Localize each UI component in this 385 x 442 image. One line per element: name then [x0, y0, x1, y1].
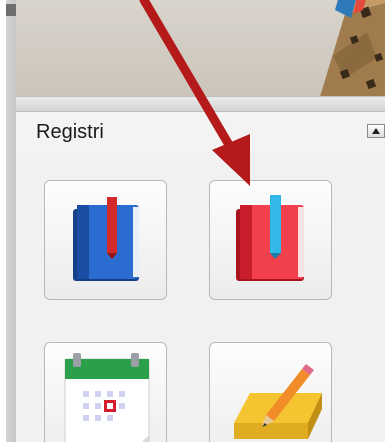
tile-calendar[interactable] [44, 342, 167, 442]
blue-book-icon [73, 197, 139, 281]
tile-red-register[interactable] [209, 180, 332, 300]
red-book-icon [236, 195, 304, 281]
registri-panel: Registri [16, 112, 385, 442]
collapse-button[interactable] [367, 124, 385, 138]
calendar-icon [64, 353, 150, 442]
panel-header: Registri [16, 112, 385, 152]
chevron-up-icon [372, 128, 380, 134]
registers-screen: Registri [0, 0, 385, 442]
register-tiles [16, 164, 385, 442]
top-image-panel [16, 0, 385, 97]
notepad-pencil-icon [234, 364, 322, 439]
tile-notes[interactable] [209, 342, 332, 442]
package-box-icon [320, 0, 385, 96]
panel-splitter[interactable] [16, 96, 385, 112]
window-edge [0, 0, 18, 442]
panel-title: Registri [36, 121, 104, 143]
tile-blue-register[interactable] [44, 180, 167, 300]
